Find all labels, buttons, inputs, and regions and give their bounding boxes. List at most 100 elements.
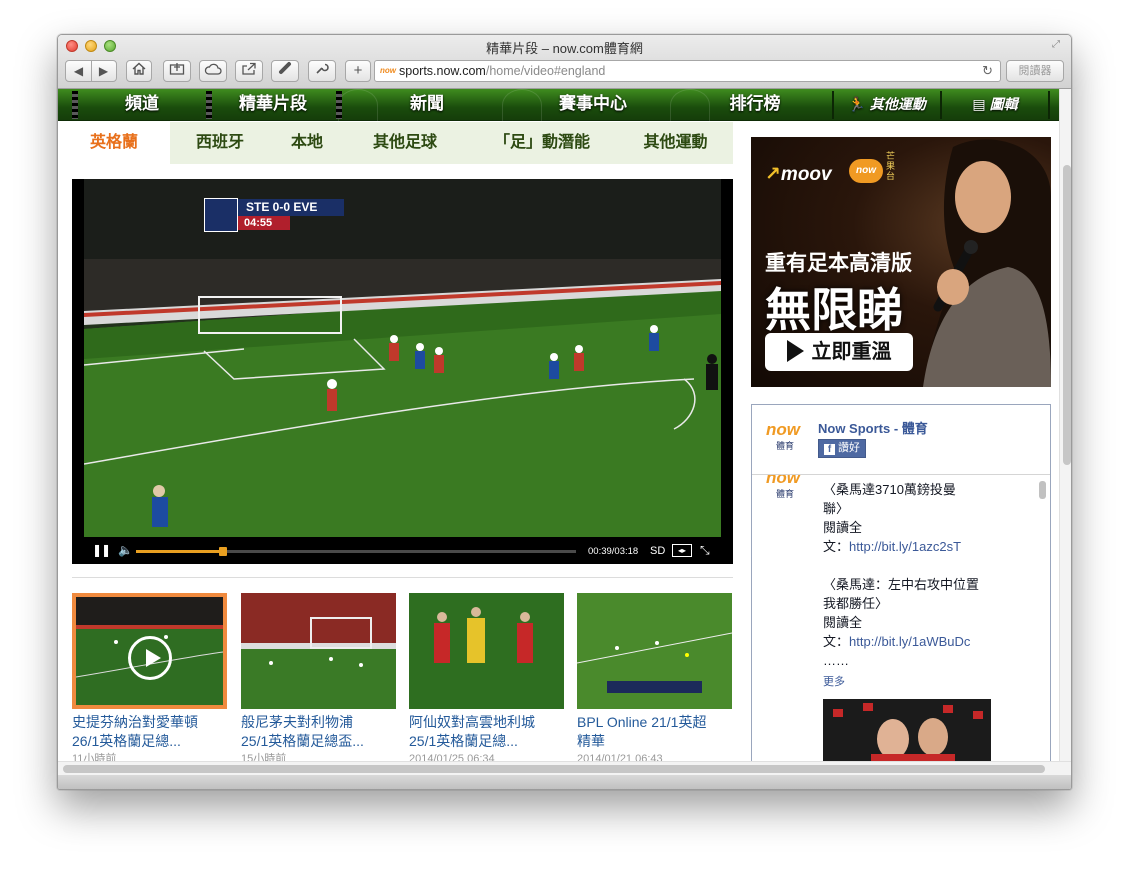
wrench-icon	[316, 63, 329, 74]
url-domain: sports.now.com	[399, 64, 486, 78]
cloud-icon	[204, 63, 222, 75]
now-tag: 芒果台	[886, 151, 896, 181]
now-sports-logo: now 體育	[766, 475, 800, 499]
competition-badge-icon	[204, 198, 238, 232]
facebook-page-name[interactable]: Now Sports - 體育	[818, 418, 928, 437]
tab-england[interactable]: 英格蘭	[58, 122, 170, 164]
browser-window: 精華片段 – now.com體育網 ⤢ ◀ ▶ + now sports.now.…	[57, 34, 1072, 790]
reader-button[interactable]: 閱讀器	[1006, 60, 1064, 82]
post-link[interactable]: http://bit.ly/1azc2sT	[849, 539, 961, 554]
football-pitch-video	[84, 179, 721, 537]
more-link[interactable]: 更多	[823, 673, 845, 689]
tab-other-football[interactable]: 其他足球	[344, 122, 466, 164]
moov-logo: ↗moov	[765, 164, 832, 185]
runner-icon: 🏃	[848, 96, 866, 112]
window-bottom-edge	[58, 775, 1071, 789]
back-button[interactable]: ◀	[67, 61, 91, 81]
player-controls: ❚❚ 🔈 00:39/03:18 SD ◂▸ ⤡	[84, 539, 721, 564]
advertisement-banner[interactable]: ↗moov now 芒果台 重有足本高清版 無限睇 立即重溫	[751, 137, 1051, 387]
nav-news[interactable]: 新聞	[344, 89, 510, 121]
tag-icon	[279, 62, 291, 74]
tab-other-sports[interactable]: 其他運動	[618, 122, 733, 164]
home-icon	[132, 62, 146, 75]
video-player[interactable]: STE 0-0 EVE 04:55 ❚❚ 🔈 00:39/03:18 SD ◂▸…	[72, 179, 733, 564]
seek-handle[interactable]	[218, 547, 227, 556]
seek-progress	[136, 550, 223, 553]
video-thumbnail[interactable]: 阿仙奴對高雲地利城 25/1英格蘭足總... 2014/01/25 06:34	[409, 593, 564, 761]
site-favicon: now	[380, 66, 396, 75]
time-display: 00:39/03:18	[588, 546, 639, 557]
nav-match-centre[interactable]: 賽事中心	[510, 89, 676, 121]
sticky-button[interactable]	[271, 60, 299, 82]
fullscreen-icon[interactable]: ⤢	[1052, 39, 1064, 51]
top-sites-button[interactable]	[163, 60, 191, 82]
nav-gallery-label: 圖輯	[989, 96, 1018, 112]
pause-icon[interactable]: ❚❚	[92, 543, 111, 557]
seek-bar[interactable]	[136, 547, 576, 556]
region-tabs: 英格蘭 西班牙 本地 其他足球 「足」動潛能 其他運動	[58, 122, 733, 164]
facebook-feed: now 體育 〈桑馬達3710萬鎊投曼 聯〉 閱讀全 文：http://bit.…	[752, 475, 1050, 761]
vertical-scrollbar[interactable]	[1059, 89, 1071, 761]
thumbnail-date: 15小時前	[241, 753, 287, 761]
home-button[interactable]	[126, 60, 152, 82]
page-viewport: 頻道 精華片段 新聞 賽事中心 排行榜 🏃 其他運動 ▤ 圖輯 英格蘭 西班牙 本地…	[58, 89, 1059, 761]
video-frame[interactable]: STE 0-0 EVE 04:55	[84, 179, 721, 537]
forward-button[interactable]: ▶	[92, 61, 116, 81]
back-forward-buttons: ◀ ▶	[65, 60, 117, 82]
reload-icon[interactable]: ↻	[982, 61, 993, 81]
score-text: STE 0-0 EVE	[238, 199, 344, 216]
thumbnail-title[interactable]: 般尼茅夫對利物浦 25/1英格蘭足總盃...	[241, 713, 396, 751]
url-path: /home/video#england	[485, 64, 606, 78]
facebook-widget: now 體育 Now Sports - 體育 f 讚好 now 體育 〈桑馬達37…	[751, 404, 1051, 761]
horizontal-scroll-thumb[interactable]	[63, 765, 1045, 773]
thumbnail-image[interactable]	[409, 593, 564, 709]
quality-button[interactable]: SD	[650, 545, 665, 557]
thumbnail-image[interactable]	[577, 593, 732, 709]
facebook-icon: f	[824, 444, 835, 455]
post-link[interactable]: http://bit.ly/1aWBuDc	[849, 634, 970, 649]
now-logo: now	[849, 159, 883, 183]
singer-image	[923, 139, 1051, 387]
nav-other-sports[interactable]: 🏃 其他運動	[834, 89, 940, 121]
video-thumbnail[interactable]: 史提芬納治對愛華頓 26/1英格蘭足總... 11小時前	[72, 593, 227, 761]
ad-slogan: 無限睇	[765, 284, 903, 336]
post-photo[interactable]	[823, 699, 991, 761]
address-bar[interactable]: now sports.now.com/home/video#england ↻	[374, 60, 1001, 82]
site-navigation: 頻道 精華片段 新聞 賽事中心 排行榜 🏃 其他運動 ▤ 圖輯	[58, 89, 1059, 121]
tab-local[interactable]: 本地	[270, 122, 344, 164]
ad-cta-button[interactable]: 立即重溫	[765, 333, 913, 371]
video-thumbnail[interactable]: 般尼茅夫對利物浦 25/1英格蘭足總盃... 15小時前	[241, 593, 396, 761]
share-button[interactable]	[235, 60, 263, 82]
icloud-button[interactable]	[199, 60, 227, 82]
volume-icon[interactable]: 🔈	[118, 543, 133, 557]
share-icon	[242, 62, 256, 75]
play-icon[interactable]	[128, 636, 172, 680]
fullscreen-icon[interactable]: ⤡	[700, 543, 710, 558]
video-thumbnail[interactable]: BPL Online 21/1英超 精華 2014/01/21 06:43	[577, 593, 732, 761]
nav-gallery[interactable]: ▤ 圖輯	[942, 89, 1048, 121]
widescreen-icon[interactable]: ◂▸	[672, 544, 692, 557]
facebook-post: 〈桑馬達3710萬鎊投曼 聯〉 閱讀全 文：http://bit.ly/1azc…	[823, 482, 980, 668]
title-bar: 精華片段 – now.com體育網 ⤢ ◀ ▶ + now sports.now.…	[58, 35, 1071, 89]
thumbnail-title[interactable]: 史提芬納治對愛華頓 26/1英格蘭足總...	[72, 713, 227, 751]
nav-highlights[interactable]: 精華片段	[212, 89, 334, 121]
new-tab-button[interactable]: +	[345, 60, 371, 82]
settings-button[interactable]	[308, 60, 336, 82]
thumbnail-title[interactable]: 阿仙奴對高雲地利城 25/1英格蘭足總...	[409, 713, 564, 751]
thumbnail-image[interactable]	[72, 593, 227, 709]
now-sports-logo: now 體育	[766, 420, 800, 452]
divider	[72, 577, 733, 578]
tab-football-potential[interactable]: 「足」動潛能	[466, 122, 618, 164]
tab-spain[interactable]: 西班牙	[170, 122, 270, 164]
play-icon	[786, 340, 804, 363]
feed-scrollbar[interactable]	[1039, 481, 1046, 499]
vertical-scroll-thumb[interactable]	[1063, 165, 1071, 465]
thumbnail-image[interactable]	[241, 593, 396, 709]
horizontal-scrollbar[interactable]	[58, 761, 1071, 775]
thumbnail-title[interactable]: BPL Online 21/1英超 精華	[577, 713, 732, 751]
nav-channels[interactable]: 頻道	[78, 89, 206, 121]
nav-other-sports-label: 其他運動	[869, 96, 926, 112]
thumbnail-date: 2014/01/25 06:34	[409, 753, 495, 761]
facebook-like-button[interactable]: f 讚好	[818, 439, 866, 458]
nav-rankings[interactable]: 排行榜	[676, 89, 834, 121]
